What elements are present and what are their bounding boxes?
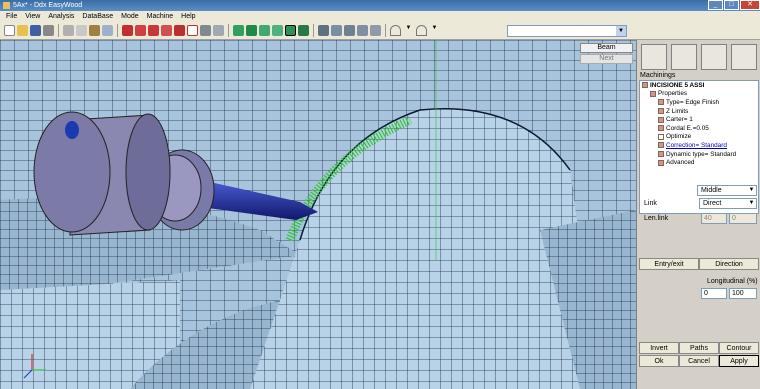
- machinings-title: Machinings: [640, 72, 676, 79]
- chevron-down-icon[interactable]: ▼: [403, 25, 414, 36]
- lenlink-input-b[interactable]: 0: [729, 213, 757, 224]
- maximize-button[interactable]: □: [724, 0, 739, 10]
- menu-mode[interactable]: Mode: [121, 13, 139, 20]
- properties-icon: [650, 90, 656, 97]
- new-icon[interactable]: [4, 25, 15, 36]
- machining-icon: [642, 82, 648, 89]
- menu-machine[interactable]: Machine: [147, 13, 173, 20]
- invert-button[interactable]: Invert: [639, 342, 679, 354]
- view-left-icon[interactable]: [259, 25, 270, 36]
- pan-icon[interactable]: [357, 25, 368, 36]
- ok-button[interactable]: Ok: [639, 355, 679, 367]
- menu-bar: File View Analysis DataBase Mode Machine…: [0, 11, 760, 22]
- middle-select[interactable]: Middle ▼: [697, 185, 757, 196]
- view-wire-icon[interactable]: [298, 25, 309, 36]
- correction-icon: [658, 142, 664, 149]
- home-icon[interactable]: [370, 25, 381, 36]
- direction-button[interactable]: Direction: [699, 258, 759, 270]
- rotate-icon[interactable]: [344, 25, 355, 36]
- view-front-icon[interactable]: [246, 25, 257, 36]
- toolbar: ▼ ▼: [0, 22, 760, 40]
- link-select[interactable]: Direct ▼: [699, 198, 757, 209]
- cutter-icon[interactable]: [671, 44, 697, 70]
- tree-item-incisione[interactable]: INCISIONE 5 ASSI: [640, 81, 758, 90]
- measure-icon[interactable]: [122, 25, 133, 36]
- cube-icon[interactable]: [213, 25, 224, 36]
- tree-item-advanced[interactable]: Advanced: [640, 158, 758, 167]
- beam-button[interactable]: Beam: [580, 43, 633, 53]
- clamp-icon[interactable]: [200, 25, 211, 36]
- dynamic-icon: [658, 151, 664, 158]
- fit-icon[interactable]: [318, 25, 329, 36]
- contour-button[interactable]: Contour: [719, 342, 759, 354]
- menu-database[interactable]: DataBase: [82, 13, 113, 20]
- window-title: 5Ax* - Ddx EasyWood: [13, 2, 83, 9]
- zlimits-icon: [658, 108, 664, 115]
- paint-tool-icon[interactable]: [641, 44, 667, 70]
- apply-button[interactable]: Apply: [719, 355, 759, 367]
- lenlink-input-a[interactable]: 40: [701, 213, 727, 224]
- menu-file[interactable]: File: [6, 13, 17, 20]
- copy-icon[interactable]: [76, 25, 87, 36]
- longitudinal-start-input[interactable]: 0: [701, 288, 727, 299]
- longitudinal-label: Longitudinal (%): [707, 278, 758, 285]
- menu-analysis[interactable]: Analysis: [48, 13, 74, 20]
- 3d-model-view[interactable]: [0, 40, 636, 389]
- open-icon[interactable]: [17, 25, 28, 36]
- tree-item-zlimits[interactable]: Z Limits: [640, 107, 758, 116]
- tree-item-properties[interactable]: Properties: [640, 90, 758, 99]
- title-bar: 5Ax* - Ddx EasyWood _ □ ✕: [0, 0, 760, 11]
- tree-item-dynamic[interactable]: Dynamic type= Standard: [640, 150, 758, 159]
- machining-icon[interactable]: [701, 44, 727, 70]
- longitudinal-end-input[interactable]: 100: [729, 288, 757, 299]
- carter-icon: [658, 116, 664, 123]
- save-icon[interactable]: [30, 25, 41, 36]
- tool-icon[interactable]: [135, 25, 146, 36]
- solid-icon[interactable]: [731, 44, 757, 70]
- chevron-down-icon: ▼: [748, 187, 755, 193]
- menu-help[interactable]: Help: [181, 13, 195, 20]
- entry-exit-button[interactable]: Entry/exit: [639, 258, 699, 270]
- arc-icon[interactable]: [390, 25, 401, 36]
- cancel-button[interactable]: Cancel: [679, 355, 719, 367]
- undo-icon[interactable]: [102, 25, 113, 36]
- tree-item-cordal[interactable]: Cordal E.=0.05: [640, 124, 758, 133]
- paste-icon[interactable]: [89, 25, 100, 36]
- next-button[interactable]: Next: [580, 54, 633, 64]
- view-shaded-icon[interactable]: [285, 25, 296, 36]
- cordal-icon: [658, 125, 664, 132]
- chevron-down-icon: ▼: [748, 200, 755, 206]
- view-combo[interactable]: ▼: [507, 25, 627, 37]
- arc2-icon[interactable]: [416, 25, 427, 36]
- knife-icon[interactable]: [174, 25, 185, 36]
- checkbox-icon[interactable]: [658, 133, 664, 140]
- zoom-icon[interactable]: [331, 25, 342, 36]
- drill-icon[interactable]: [148, 25, 159, 36]
- chevron-down-icon[interactable]: ▼: [429, 25, 440, 36]
- mill-icon[interactable]: [161, 25, 172, 36]
- saw-icon[interactable]: [187, 25, 198, 36]
- spindle-center: [65, 121, 79, 139]
- minimize-button[interactable]: _: [708, 0, 723, 10]
- app-icon: [3, 2, 10, 9]
- print-icon[interactable]: [43, 25, 54, 36]
- advanced-icon: [658, 159, 664, 166]
- lenlink-label: Len.link: [644, 215, 669, 222]
- tree-item-carter[interactable]: Carter= 1: [640, 115, 758, 124]
- view-top-icon[interactable]: [233, 25, 244, 36]
- tree-item-type[interactable]: Type= Edge Finish: [640, 98, 758, 107]
- cut-icon[interactable]: [63, 25, 74, 36]
- tree-item-correction[interactable]: Correction= Standard: [640, 141, 758, 150]
- paths-button[interactable]: Paths: [679, 342, 719, 354]
- machinings-panel: Machinings INCISIONE 5 ASSI Properties T…: [636, 40, 760, 389]
- close-button[interactable]: ✕: [740, 0, 760, 10]
- menu-view[interactable]: View: [25, 13, 40, 20]
- link-label: Link: [644, 200, 657, 207]
- tree-item-optimize[interactable]: Optimize: [640, 133, 758, 142]
- chevron-down-icon: ▼: [616, 26, 626, 36]
- view-iso-icon[interactable]: [272, 25, 283, 36]
- type-icon: [658, 99, 664, 106]
- 3d-viewport[interactable]: [0, 40, 636, 389]
